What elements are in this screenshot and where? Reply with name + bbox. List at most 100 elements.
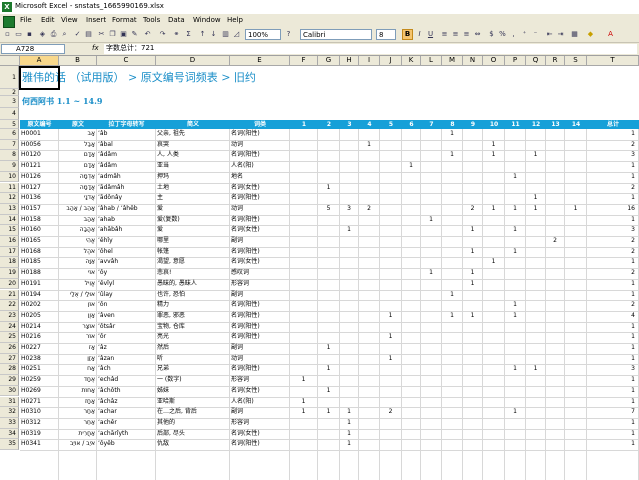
cut-icon[interactable]: ✂ bbox=[97, 30, 106, 39]
cell-id[interactable]: H0126 bbox=[21, 172, 57, 183]
cell-original[interactable]: אֲדֹנָי bbox=[60, 193, 95, 204]
cell-chapter-count[interactable]: 1 bbox=[359, 140, 379, 151]
cell-chapter-count[interactable] bbox=[526, 140, 545, 151]
cell-chapter-count[interactable] bbox=[318, 300, 339, 311]
sort-ascending-icon[interactable]: ↑ bbox=[198, 30, 207, 39]
cell-chapter-count[interactable] bbox=[402, 225, 420, 236]
cell-part-of-speech[interactable]: 人名(阳) bbox=[231, 161, 288, 172]
cell-id[interactable]: H0136 bbox=[21, 193, 57, 204]
row-header-5[interactable]: 5 bbox=[0, 120, 19, 129]
cell-chapter-count[interactable] bbox=[505, 332, 525, 343]
row-header[interactable]: 23 bbox=[0, 310, 19, 322]
cell-meaning[interactable]: 在…之后, 背后 bbox=[157, 407, 228, 418]
cell-part-of-speech[interactable]: 副词 bbox=[231, 236, 288, 247]
cell-chapter-count[interactable] bbox=[402, 140, 420, 151]
cell-original[interactable]: אָחוֹת bbox=[60, 386, 95, 397]
column-header-G[interactable]: G bbox=[318, 56, 340, 66]
cell-chapter-count[interactable] bbox=[565, 129, 586, 140]
cell-transliteration[interactable]: ʼôy bbox=[98, 268, 154, 279]
cell-chapter-count[interactable] bbox=[402, 290, 420, 301]
cell-chapter-count[interactable] bbox=[380, 290, 401, 301]
cell-chapter-count[interactable]: 1 bbox=[505, 204, 525, 215]
cell-total[interactable]: 2 bbox=[587, 236, 635, 247]
save-icon[interactable]: ▪ bbox=[25, 30, 34, 39]
worksheet-grid[interactable]: ABCDEFGHIJKLMNOPQRST 雅伟的话 （试用版） > 原文编号词频… bbox=[0, 56, 639, 480]
cell-meaning[interactable]: 父亲, 祖先 bbox=[157, 129, 228, 140]
row-header[interactable]: 21 bbox=[0, 289, 19, 301]
cell-chapter-count[interactable] bbox=[526, 375, 545, 386]
cell-chapter-count[interactable] bbox=[546, 386, 564, 397]
cell-chapter-count[interactable]: 1 bbox=[483, 257, 504, 268]
cell-chapter-count[interactable] bbox=[483, 183, 504, 194]
cell-chapter-count[interactable] bbox=[402, 322, 420, 333]
cell-part-of-speech[interactable]: 动词 bbox=[231, 140, 288, 151]
cell-chapter-count[interactable] bbox=[565, 247, 586, 258]
percent-icon[interactable]: % bbox=[498, 30, 507, 39]
cell-chapter-count[interactable] bbox=[380, 364, 401, 375]
column-header-R[interactable]: R bbox=[546, 56, 565, 66]
cell-chapter-count[interactable] bbox=[318, 429, 339, 440]
merge-center-icon[interactable]: ⇔ bbox=[473, 30, 482, 39]
cell-chapter-count[interactable]: 1 bbox=[290, 407, 317, 418]
cell-chapter-count[interactable] bbox=[546, 364, 564, 375]
cell-chapter-count[interactable] bbox=[463, 418, 482, 429]
table-header-cell[interactable]: 12 bbox=[526, 120, 546, 129]
cell-chapter-count[interactable]: 1 bbox=[526, 150, 545, 161]
cell-chapter-count[interactable] bbox=[380, 397, 401, 408]
cell-chapter-count[interactable] bbox=[505, 150, 525, 161]
cell-chapter-count[interactable]: 2 bbox=[380, 407, 401, 418]
cell-chapter-count[interactable] bbox=[359, 183, 379, 194]
cell-original[interactable]: אָזַן bbox=[60, 354, 95, 365]
cell-chapter-count[interactable] bbox=[402, 311, 420, 322]
cell-total[interactable]: 2 bbox=[587, 247, 635, 258]
cell-chapter-count[interactable] bbox=[442, 343, 462, 354]
menu-window[interactable]: Window bbox=[193, 16, 221, 24]
cell-transliteration[interactable]: ʼěvîyl bbox=[98, 279, 154, 290]
research-icon[interactable]: ▤ bbox=[84, 30, 93, 39]
cell-meaning[interactable]: 罪恶, 邪恶 bbox=[157, 311, 228, 322]
cell-chapter-count[interactable] bbox=[290, 322, 317, 333]
row-header[interactable]: 16 bbox=[0, 236, 19, 247]
cell-chapter-count[interactable]: 1 bbox=[463, 225, 482, 236]
cell-chapter-count[interactable] bbox=[526, 225, 545, 236]
cell-transliteration[interactable]: ʼâch bbox=[98, 364, 154, 375]
cell-transliteration[interactable]: ʼădâmâh bbox=[98, 183, 154, 194]
cell-chapter-count[interactable] bbox=[565, 290, 586, 301]
table-header-cell[interactable]: 4 bbox=[359, 120, 380, 129]
cell-chapter-count[interactable] bbox=[483, 386, 504, 397]
cell-chapter-count[interactable] bbox=[463, 150, 482, 161]
cell-transliteration[interactable]: ʼâdâm bbox=[98, 150, 154, 161]
cell-total[interactable]: 2 bbox=[587, 300, 635, 311]
cell-original[interactable]: אוֹר bbox=[60, 332, 95, 343]
table-header-cell[interactable]: 拉丁字母转写 bbox=[97, 120, 156, 129]
cell-chapter-count[interactable] bbox=[402, 257, 420, 268]
cell-id[interactable]: H0158 bbox=[21, 215, 57, 226]
cell-meaning[interactable]: 一 (数字) bbox=[157, 375, 228, 386]
cell-meaning[interactable]: 也许, 恐怕 bbox=[157, 290, 228, 301]
cell-total[interactable]: 1 bbox=[587, 375, 635, 386]
cell-id[interactable]: H0238 bbox=[21, 354, 57, 365]
cell-chapter-count[interactable] bbox=[483, 236, 504, 247]
cell-chapter-count[interactable]: 1 bbox=[340, 418, 358, 429]
cell-transliteration[interactable]: ʼôyêb bbox=[98, 439, 154, 450]
cell-chapter-count[interactable] bbox=[359, 386, 379, 397]
cell-chapter-count[interactable] bbox=[565, 150, 586, 161]
cell-chapter-count[interactable]: 1 bbox=[526, 204, 545, 215]
cell-original[interactable]: אַוָּה bbox=[60, 257, 95, 268]
cell-chapter-count[interactable]: 1 bbox=[505, 172, 525, 183]
cell-chapter-count[interactable]: 1 bbox=[483, 140, 504, 151]
cell-chapter-count[interactable] bbox=[402, 364, 420, 375]
row-header[interactable]: 18 bbox=[0, 257, 19, 269]
cell-chapter-count[interactable] bbox=[546, 257, 564, 268]
cell-transliteration[interactable]: ʼechâd bbox=[98, 375, 154, 386]
cell-chapter-count[interactable] bbox=[340, 161, 358, 172]
cell-part-of-speech[interactable]: 名词(女性) bbox=[231, 257, 288, 268]
cell-chapter-count[interactable] bbox=[421, 290, 441, 301]
cell-chapter-count[interactable] bbox=[421, 225, 441, 236]
cell-chapter-count[interactable] bbox=[380, 129, 401, 140]
cell-chapter-count[interactable]: 1 bbox=[340, 225, 358, 236]
cell-chapter-count[interactable] bbox=[483, 354, 504, 365]
cell-transliteration[interactable]: ʼôr bbox=[98, 332, 154, 343]
cell-chapter-count[interactable] bbox=[546, 300, 564, 311]
cell-chapter-count[interactable] bbox=[318, 375, 339, 386]
